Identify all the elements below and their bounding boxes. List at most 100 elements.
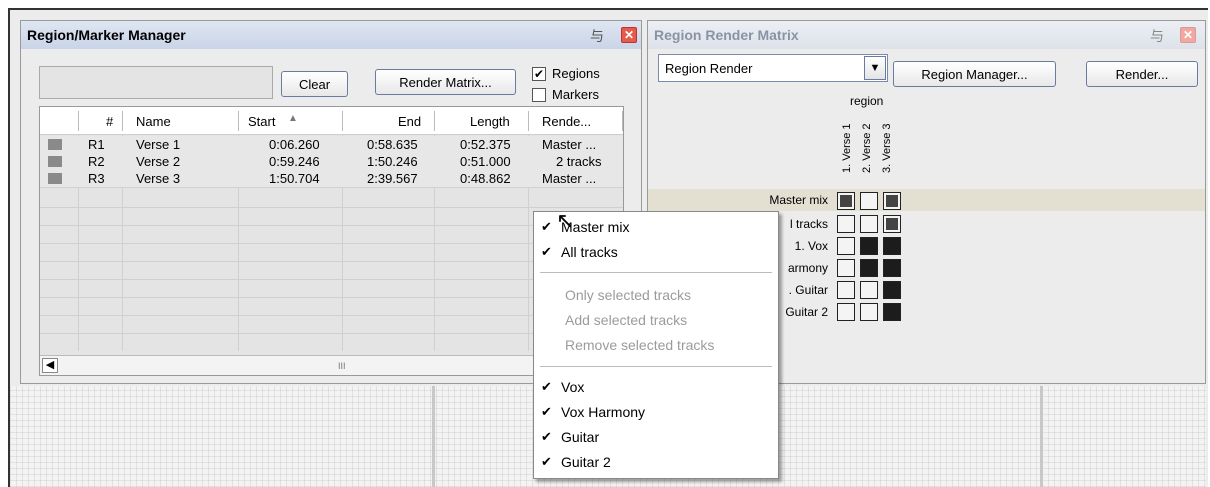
cell-render[interactable]: Master ... [542, 171, 596, 186]
matrix-cell[interactable] [837, 192, 855, 210]
menu-item-label: Only selected tracks [565, 287, 692, 303]
menu-item-vox-harmony[interactable]: ✔ Vox Harmony [534, 401, 778, 425]
menu-separator [540, 366, 772, 367]
column-label: 2. Verse 2 [861, 123, 873, 173]
menu-item-guitar[interactable]: ✔ Guitar [534, 426, 778, 450]
menu-item-label: Add selected tracks [565, 312, 688, 328]
matrix-cell[interactable] [837, 237, 855, 255]
render-mode-value: Region Render [665, 60, 753, 76]
cell-end: 2:39.567 [367, 171, 418, 186]
menu-item-label: All tracks [561, 244, 618, 260]
cell-length: 0:48.862 [460, 171, 511, 186]
cell-name: Verse 1 [136, 137, 181, 152]
matrix-cell[interactable] [860, 237, 878, 255]
grid-divider [1040, 386, 1043, 487]
render-matrix-titlebar[interactable]: Region Render Matrix [648, 21, 1205, 49]
menu-item-vox[interactable]: ✔ Vox [534, 376, 778, 400]
region-list-header: # Name Start ▲ End Length Rende... [40, 107, 623, 135]
column-label: 3. Verse 3 [881, 123, 893, 173]
grid-divider [432, 386, 435, 487]
cell-render[interactable]: 2 tracks [556, 154, 602, 169]
table-row[interactable]: R1 Verse 1 0:06.260 0:58.635 0:52.375 Ma… [40, 136, 623, 153]
region-color-swatch [48, 156, 62, 167]
cell-start: 0:59.246 [269, 154, 320, 169]
matrix-cell[interactable] [883, 237, 901, 255]
checkmark-icon: ✔ [541, 404, 552, 419]
region-color-swatch [48, 139, 62, 150]
checkmark-icon: ✔ [541, 454, 552, 469]
clear-button[interactable]: Clear [281, 71, 348, 97]
menu-item-label: Remove selected tracks [565, 337, 715, 353]
sort-ascending-icon: ▲ [288, 113, 298, 124]
chevron-down-icon[interactable]: ▼ [864, 56, 886, 80]
menu-item-all-tracks[interactable]: ✔ All tracks [534, 241, 778, 265]
region-manager-titlebar[interactable]: Region/Marker Manager [21, 21, 641, 49]
regions-check-icon: ✔ [532, 66, 546, 81]
col-header-name[interactable]: Name [136, 114, 171, 129]
matrix-cell[interactable] [883, 281, 901, 299]
matrix-cell[interactable] [837, 259, 855, 277]
close-icon[interactable]: ✕ [1180, 27, 1196, 43]
region-header: region [850, 94, 884, 108]
menu-item-label: Vox Harmony [561, 404, 646, 420]
cell-start: 1:50.704 [269, 171, 320, 186]
matrix-cell[interactable] [883, 215, 901, 233]
menu-item-only-selected-tracks[interactable]: Only selected tracks [534, 284, 778, 308]
col-header-end[interactable]: End [398, 114, 421, 129]
cell-render[interactable]: Master ... [542, 137, 596, 152]
render-matrix-button[interactable]: Render Matrix... [375, 69, 516, 95]
matrix-cell[interactable] [860, 281, 878, 299]
matrix-cell[interactable] [837, 303, 855, 321]
matrix-cell[interactable] [883, 303, 901, 321]
matrix-cell[interactable] [860, 192, 878, 210]
region-color-swatch [48, 173, 62, 184]
regions-checkbox[interactable]: ✔ Regions [532, 66, 600, 81]
column-label: 1. Verse 1 [841, 123, 853, 173]
checkmark-icon: ✔ [541, 219, 552, 234]
table-row[interactable]: R3 Verse 3 1:50.704 2:39.567 0:48.862 Ma… [40, 170, 623, 187]
matrix-cell[interactable] [883, 192, 901, 210]
pin-icon[interactable]: 与 [590, 26, 604, 46]
mouse-cursor-icon: ↖ [556, 208, 575, 233]
render-button[interactable]: Render... [1086, 61, 1198, 87]
pin-icon[interactable]: 与 [1150, 26, 1164, 46]
col-header-number[interactable]: # [106, 114, 113, 129]
row-highlight [648, 189, 1205, 211]
cell-length: 0:51.000 [460, 154, 511, 169]
matrix-cell[interactable] [837, 281, 855, 299]
checkmark-icon: ✔ [541, 429, 552, 444]
markers-label: Markers [552, 87, 599, 102]
cell-end: 1:50.246 [367, 154, 418, 169]
col-header-start[interactable]: Start [248, 114, 275, 129]
region-manager-button[interactable]: Region Manager... [893, 61, 1056, 87]
matrix-cell[interactable] [883, 259, 901, 277]
menu-item-remove-selected-tracks[interactable]: Remove selected tracks [534, 334, 778, 358]
matrix-cell[interactable] [837, 215, 855, 233]
menu-item-label: Vox [561, 379, 585, 395]
col-header-render[interactable]: Rende... [542, 114, 591, 129]
cell-start: 0:06.260 [269, 137, 320, 152]
close-icon[interactable]: ✕ [621, 27, 637, 43]
cell-length: 0:52.375 [460, 137, 511, 152]
cell-number: R1 [88, 137, 105, 152]
col-header-length[interactable]: Length [470, 114, 510, 129]
scroll-grip[interactable]: III [338, 361, 346, 371]
regions-label: Regions [552, 66, 600, 81]
cell-name: Verse 2 [136, 154, 181, 169]
menu-separator [540, 272, 772, 273]
matrix-cell[interactable] [860, 259, 878, 277]
menu-item-label: Guitar [561, 429, 600, 445]
matrix-cell[interactable] [860, 303, 878, 321]
table-row[interactable]: R2 Verse 2 0:59.246 1:50.246 0:51.000 2 … [40, 153, 623, 170]
cell-number: R3 [88, 171, 105, 186]
render-mode-select[interactable]: Region Render ▼ [658, 54, 888, 82]
menu-item-label: Guitar 2 [561, 454, 611, 470]
region-filter-input[interactable] [39, 66, 273, 99]
matrix-cell[interactable] [860, 215, 878, 233]
scroll-left-icon[interactable]: ◀ [42, 358, 58, 373]
menu-item-guitar-2[interactable]: ✔ Guitar 2 [534, 451, 778, 475]
cell-end: 0:58.635 [367, 137, 418, 152]
menu-item-add-selected-tracks[interactable]: Add selected tracks [534, 309, 778, 333]
markers-checkbox[interactable]: Markers [532, 87, 599, 102]
render-matrix-title: Region Render Matrix [654, 27, 799, 43]
